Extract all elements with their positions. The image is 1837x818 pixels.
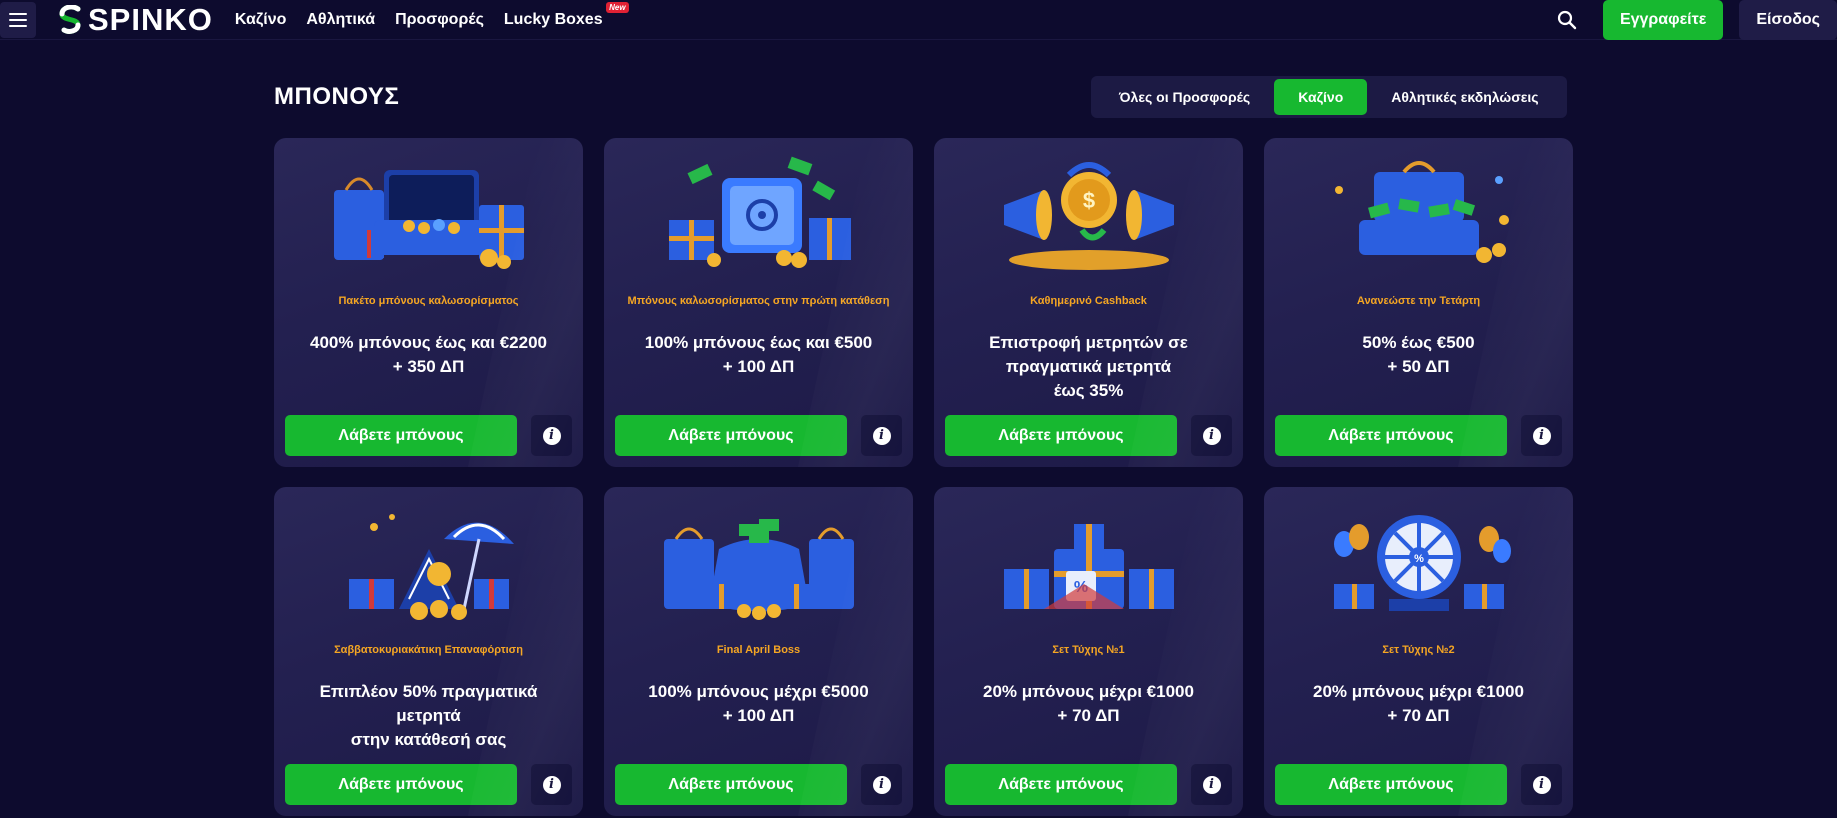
get-bonus-button[interactable]: Λάβετε μπόνους xyxy=(945,415,1177,456)
spinko-logo-icon xyxy=(59,4,81,34)
register-button[interactable]: Εγγραφείτε xyxy=(1602,0,1724,40)
header-actions: Εγγραφείτε Είσοδος xyxy=(1553,0,1837,40)
info-icon: i xyxy=(542,426,561,445)
logo[interactable]: SPINKO xyxy=(58,2,213,38)
info-button[interactable]: i xyxy=(1521,415,1562,456)
nav-lucky-boxes-label: Lucky Boxes xyxy=(503,10,603,28)
card-offer: 50% έως €500 + 50 ΔΠ xyxy=(1362,333,1475,376)
get-bonus-button[interactable]: Λάβετε μπόνους xyxy=(945,764,1177,805)
info-button[interactable]: i xyxy=(1191,415,1232,456)
card-subtitle: Σετ Τύχης №2 xyxy=(1382,644,1455,656)
fortune-wheel-illustration: % xyxy=(1264,499,1573,629)
bonus-card: Final April Boss 100% μπόνους μέχρι €500… xyxy=(604,487,913,816)
nav-promotions[interactable]: Προσφορές xyxy=(395,11,484,29)
cash-suitcase-illustration xyxy=(1264,150,1573,280)
bonus-card: Ανανεώστε την Τετάρτη 50% έως €500 + 50 … xyxy=(1264,138,1573,467)
nav-casino[interactable]: Καζίνο xyxy=(235,11,287,29)
info-icon: i xyxy=(542,775,561,794)
info-button[interactable]: i xyxy=(1521,764,1562,805)
page-title: ΜΠΟΝΟΥΣ xyxy=(274,83,400,110)
card-offer: Επιστροφή μετρητών σε πραγματικά μετρητά… xyxy=(989,333,1188,400)
info-icon: i xyxy=(872,775,891,794)
menu-icon[interactable] xyxy=(0,1,36,38)
safe-money-illustration xyxy=(604,150,913,280)
filter-tabs: Όλες οι Προσφορές Καζίνο Αθλητικές εκδηλ… xyxy=(1091,76,1567,118)
search-icon[interactable] xyxy=(1553,6,1581,34)
svg-text:$: $ xyxy=(1082,188,1094,213)
card-offer: 400% μπόνους έως και €2200 + 350 ΔΠ xyxy=(310,333,547,376)
info-icon: i xyxy=(1532,775,1551,794)
card-subtitle: Σαββατοκυριακάτικη Επαναφόρτιση xyxy=(334,644,523,656)
svg-text:%: % xyxy=(1414,553,1424,565)
info-icon: i xyxy=(1202,775,1221,794)
info-button[interactable]: i xyxy=(531,415,572,456)
card-offer: 100% μπόνους μέχρι €5000 + 100 ΔΠ xyxy=(648,682,869,725)
suitcase-gifts-illustration xyxy=(274,150,583,280)
get-bonus-button[interactable]: Λάβετε μπόνους xyxy=(1275,415,1507,456)
logo-text: SPINKO xyxy=(88,1,213,37)
top-bar: SPINKO Καζίνο Αθλητικά Προσφορές Lucky B… xyxy=(0,0,1837,40)
get-bonus-button[interactable]: Λάβετε μπόνους xyxy=(285,764,517,805)
info-icon: i xyxy=(872,426,891,445)
gift-boxes-illustration: % xyxy=(934,499,1243,629)
money-bag-illustration xyxy=(604,499,913,629)
card-offer: 100% μπόνους έως και €500 + 100 ΔΠ xyxy=(644,333,873,376)
bonus-card: $ Καθημερινό Cashback Επιστροφή μετρητών… xyxy=(934,138,1243,467)
login-button[interactable]: Είσοδος xyxy=(1739,0,1837,40)
info-button[interactable]: i xyxy=(861,415,902,456)
get-bonus-button[interactable]: Λάβετε μπόνους xyxy=(285,415,517,456)
new-badge: New xyxy=(606,1,629,13)
get-bonus-button[interactable]: Λάβετε μπόνους xyxy=(615,415,847,456)
card-subtitle: Πακέτο μπόνους καλωσορίσματος xyxy=(338,295,519,307)
info-icon: i xyxy=(1532,426,1551,445)
nav-sports[interactable]: Αθλητικά xyxy=(306,11,375,29)
get-bonus-button[interactable]: Λάβετε μπόνους xyxy=(1275,764,1507,805)
card-subtitle: Σετ Τύχης №1 xyxy=(1052,644,1125,656)
bonus-card: Σαββατοκυριακάτικη Επαναφόρτιση Επιπλέον… xyxy=(274,487,583,816)
tab-casino[interactable]: Καζίνο xyxy=(1274,79,1368,115)
get-bonus-button[interactable]: Λάβετε μπόνους xyxy=(615,764,847,805)
info-button[interactable]: i xyxy=(861,764,902,805)
tab-all-offers[interactable]: Όλες οι Προσφορές xyxy=(1095,79,1274,115)
card-subtitle: Μπόνους καλωσορίσματος στην πρώτη κατάθε… xyxy=(627,295,890,307)
bonus-card: Πακέτο μπόνους καλωσορίσματος 400% μπόνο… xyxy=(274,138,583,467)
card-subtitle: Final April Boss xyxy=(716,644,801,656)
card-offer: 20% μπόνους μέχρι €1000 + 70 ΔΠ xyxy=(983,682,1194,725)
card-subtitle: Καθημερινό Cashback xyxy=(1030,295,1147,307)
main-nav: Καζίνο Αθλητικά Προσφορές Lucky Boxes Ne… xyxy=(235,1,629,29)
card-offer: Επιπλέον 50% πραγματικά μετρητά στην κατ… xyxy=(319,682,538,749)
card-offer: 20% μπόνους μέχρι €1000 + 70 ΔΠ xyxy=(1313,682,1524,725)
info-icon: i xyxy=(1202,426,1221,445)
info-button[interactable]: i xyxy=(531,764,572,805)
bonus-card: % Σετ Τύχης №1 20% μπόνους μέχρι €1000 +… xyxy=(934,487,1243,816)
info-button[interactable]: i xyxy=(1191,764,1232,805)
tab-sports-events[interactable]: Αθλητικές εκδηλώσεις xyxy=(1367,79,1562,115)
bonus-card: % Σετ Τύχης №2 20% μπόνους μέχρι €1000 +… xyxy=(1264,487,1573,816)
card-subtitle: Ανανεώστε την Τετάρτη xyxy=(1356,295,1481,307)
bonus-card: Μπόνους καλωσορίσματος στην πρώτη κατάθε… xyxy=(604,138,913,467)
nav-lucky-boxes[interactable]: Lucky Boxes New xyxy=(503,1,629,29)
beach-chair-illustration xyxy=(274,499,583,629)
bonus-grid: Πακέτο μπόνους καλωσορίσματος 400% μπόνο… xyxy=(274,138,1573,816)
megaphone-coin-illustration: $ xyxy=(934,150,1243,280)
